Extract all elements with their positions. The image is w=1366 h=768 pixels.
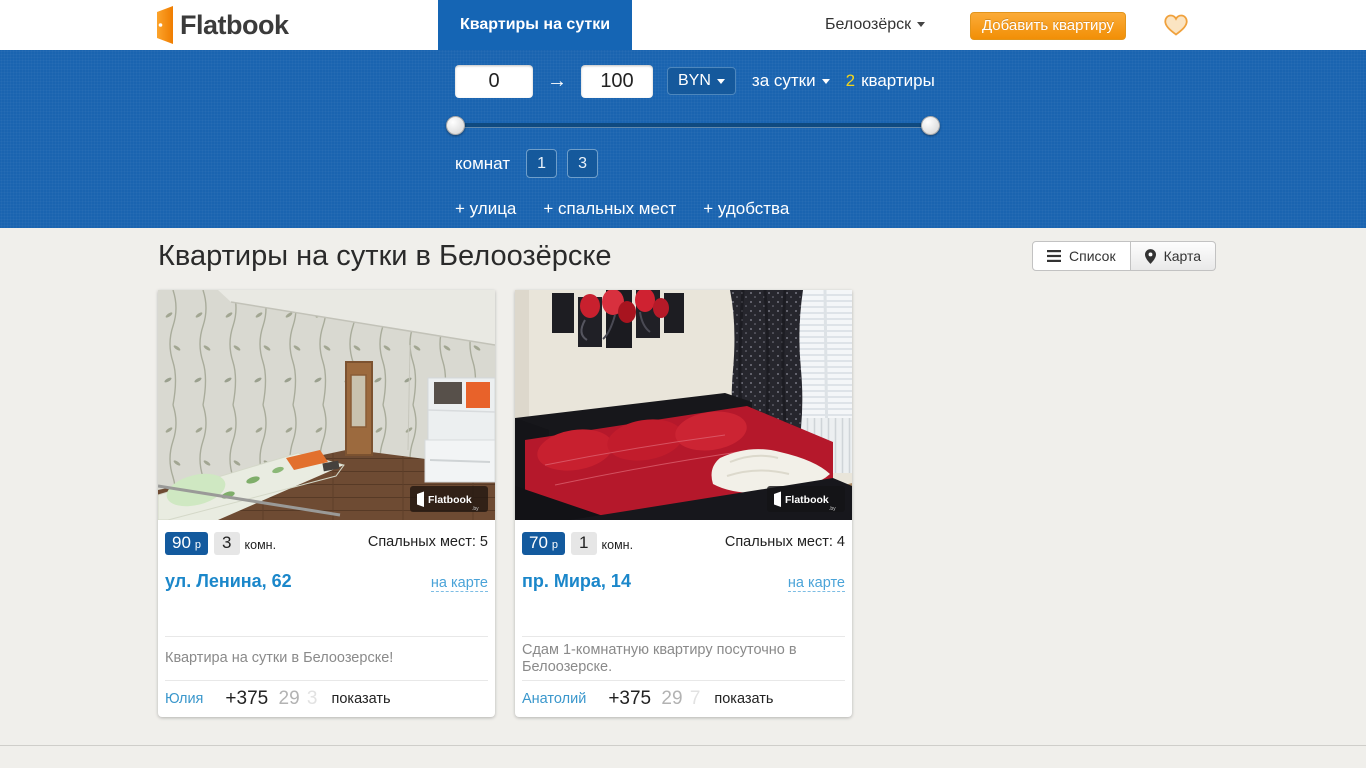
phone-operator: 29 — [278, 688, 300, 709]
show-phone-link[interactable]: показать — [714, 691, 773, 707]
rooms-badge: 1 — [571, 532, 597, 555]
listing-description: Сдам 1-комнатную квартиру посуточно в Бе… — [522, 636, 845, 681]
listing-photo[interactable]: Flatbook .by — [158, 290, 495, 520]
price-slider-track[interactable] — [446, 116, 940, 135]
price-min-input[interactable] — [455, 64, 533, 98]
price-value: 70 — [529, 533, 548, 552]
price-row: 70 р 1 комн. Спальных мест: 4 — [522, 532, 845, 555]
filter-street-link[interactable]: + улица — [455, 199, 516, 219]
contact-row: Юлия +375 29 3 показать — [165, 681, 488, 717]
listing-card: Flatbook .by 70 р 1 комн. Спальных мест:… — [515, 290, 852, 717]
view-map-button[interactable]: Карта — [1130, 241, 1217, 271]
price-row: 90 р 3 комн. Спальных мест: 5 — [165, 532, 488, 555]
result-count: 2 квартиры — [846, 71, 935, 91]
photo-watermark: Flatbook .by — [767, 486, 845, 512]
favorites-heart-icon[interactable] — [1164, 14, 1188, 36]
map-pin-icon — [1144, 248, 1156, 264]
show-phone-link[interactable]: показать — [332, 691, 391, 707]
list-icon — [1047, 250, 1061, 262]
rooms-filter-row: комнат 1 3 — [455, 149, 935, 178]
contact-name-link[interactable]: Юлия — [165, 691, 203, 707]
svg-text:.by: .by — [829, 506, 836, 512]
chevron-down-icon — [917, 22, 926, 28]
result-count-word: квартиры — [861, 71, 935, 90]
extra-filters-row: + улица + спальных мест + удобства — [455, 199, 935, 219]
address-row: пр. Мира, 14 на карте — [522, 571, 845, 592]
phone-number: +375 29 7 — [608, 688, 700, 710]
phone-code: +375 — [608, 688, 652, 709]
view-list-button[interactable]: Список — [1032, 241, 1131, 271]
svg-text:Flatbook: Flatbook — [428, 494, 472, 506]
address-link[interactable]: ул. Ленина, 62 — [165, 571, 292, 592]
phone-masked-digit: 7 — [689, 688, 701, 709]
period-dropdown[interactable]: за сутки — [752, 71, 830, 91]
rooms-option-1[interactable]: 1 — [526, 149, 558, 178]
listing-card: Flatbook .by 90 р 3 комн. Спальных мест:… — [158, 290, 495, 717]
phone-number: +375 29 3 — [225, 688, 317, 710]
listing-photo[interactable]: Flatbook .by — [515, 290, 852, 520]
currency-value: BYN — [678, 72, 711, 89]
phone-operator: 29 — [661, 688, 683, 709]
price-max-input[interactable] — [581, 64, 653, 98]
filter-amenities-link[interactable]: + удобства — [703, 199, 789, 219]
slider-handle-min[interactable] — [446, 116, 465, 135]
phone-masked-digit: 3 — [306, 688, 318, 709]
phone-code: +375 — [225, 688, 269, 709]
currency-dropdown[interactable]: BYN — [667, 67, 736, 95]
beds-count: Спальных мест: 4 — [724, 534, 845, 550]
price-filter-row: → BYN за сутки 2 квартиры — [455, 64, 935, 98]
arrow-separator: → — [547, 69, 567, 92]
svg-text:Flatbook: Flatbook — [785, 494, 829, 506]
footer — [0, 745, 1366, 768]
tab-daily-apartments[interactable]: Квартиры на сутки — [438, 0, 633, 50]
price-currency: р — [194, 539, 202, 551]
on-map-link[interactable]: на карте — [430, 575, 488, 592]
price-badge: 70 р — [522, 532, 566, 555]
city-selector[interactable]: Белоозёрск — [825, 0, 926, 50]
filter-beds-link[interactable]: + спальных мест — [543, 199, 676, 219]
address-row: ул. Ленина, 62 на карте — [165, 571, 488, 592]
listing-description: Квартира на сутки в Белоозерске! — [165, 636, 488, 681]
price-slider — [446, 116, 940, 135]
view-toggle: Список Карта — [1032, 241, 1217, 271]
view-list-label: Список — [1069, 248, 1116, 264]
period-value: за сутки — [751, 71, 816, 90]
rooms-label: комнат — [455, 153, 511, 173]
rooms-option-3[interactable]: 3 — [567, 149, 599, 178]
rooms-word: комн. — [244, 538, 277, 552]
result-count-number: 2 — [845, 71, 856, 90]
contact-row: Анатолий +375 29 7 показать — [522, 681, 845, 717]
photo-watermark: Flatbook .by — [410, 486, 488, 512]
rooms-badge: 3 — [214, 532, 240, 555]
price-currency: р — [551, 539, 559, 551]
city-name: Белоозёрск — [825, 16, 912, 33]
logo[interactable]: Flatbook — [154, 6, 289, 44]
page: Flatbook Квартиры на сутки Белоозёрск До… — [0, 0, 1366, 768]
door-logo-icon — [157, 6, 173, 44]
chevron-down-icon — [716, 78, 725, 84]
contact-name-link[interactable]: Анатолий — [522, 691, 586, 707]
price-badge: 90 р — [165, 532, 209, 555]
svg-text:.by: .by — [472, 506, 479, 512]
filter-panel: → BYN за сутки 2квартиры комн — [0, 50, 1366, 228]
beds-count: Спальных мест: 5 — [367, 534, 488, 550]
card-body: 90 р 3 комн. Спальных мест: 5 ул. Ленина… — [158, 532, 495, 717]
slider-handle-max[interactable] — [921, 116, 940, 135]
chevron-down-icon — [821, 78, 830, 84]
add-apartment-button[interactable]: Добавить квартиру — [970, 12, 1126, 40]
card-body: 70 р 1 комн. Спальных мест: 4 пр. Мира, … — [515, 532, 852, 717]
on-map-link[interactable]: на карте — [787, 575, 845, 592]
address-link[interactable]: пр. Мира, 14 — [522, 571, 631, 592]
logo-text: Flatbook — [180, 9, 289, 40]
price-value: 90 — [172, 533, 191, 552]
rooms-word: комн. — [601, 538, 634, 552]
header: Flatbook Квартиры на сутки Белоозёрск До… — [0, 0, 1366, 50]
filter-inner: → BYN за сутки 2квартиры комн — [446, 64, 940, 219]
page-title: Квартиры на сутки в Белоозёрске — [158, 240, 612, 272]
view-map-label: Карта — [1163, 248, 1202, 264]
